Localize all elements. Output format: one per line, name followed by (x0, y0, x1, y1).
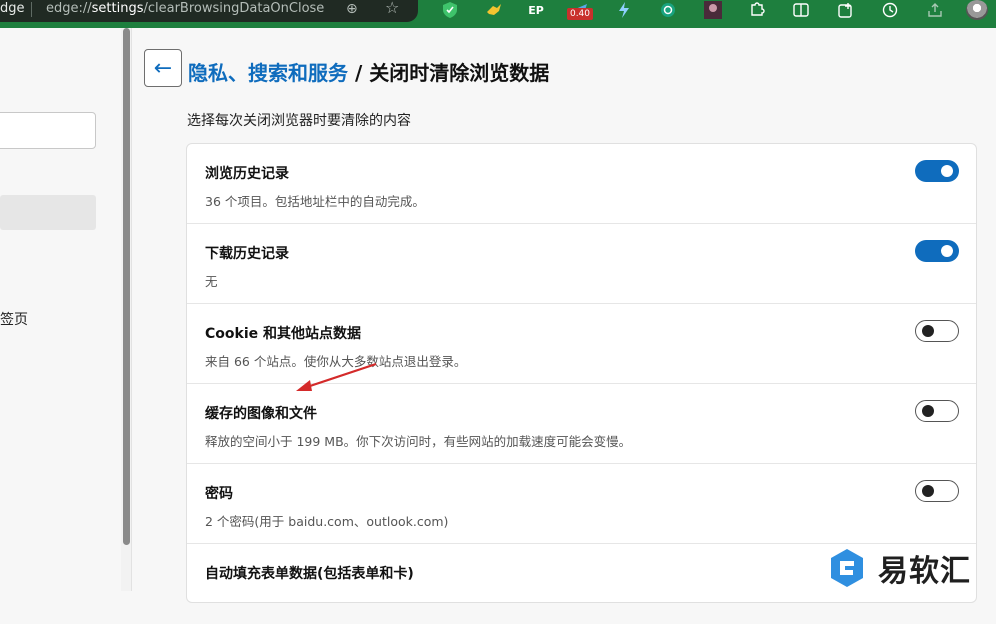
extension-badge: 0.40 (567, 8, 593, 20)
option-row-passwords: 密码 2 个密码(用于 baidu.com、outlook.com) (187, 464, 976, 544)
cookies-toggle[interactable] (915, 320, 959, 342)
option-title: 浏览历史记录 (205, 166, 289, 182)
tab-title-fragment: dge (0, 1, 25, 16)
option-title: Cookie 和其他站点数据 (205, 326, 361, 342)
scrollbar-thumb[interactable] (123, 28, 130, 545)
bird-extension-icon[interactable] (484, 0, 504, 20)
share-icon[interactable] (925, 0, 945, 20)
browser-toolbar: dge edge://settings/clearBrowsingDataOnC… (0, 0, 996, 28)
split-screen-icon[interactable] (791, 0, 811, 20)
toggle-knob (922, 325, 934, 337)
toggle-knob (941, 165, 953, 177)
search-settings-input[interactable] (0, 112, 96, 149)
arrow-left-icon: ← (153, 55, 173, 81)
address-text[interactable]: edge://settings/clearBrowsingDataOnClose (46, 0, 324, 18)
annotation-arrow-icon (296, 362, 377, 391)
passwords-toggle[interactable] (915, 480, 959, 502)
option-title: 密码 (205, 486, 233, 502)
option-description: 释放的空间小于 199 MB。你下次访问时，有些网站的加载速度可能会变慢。 (205, 434, 632, 449)
sidebar-scrollbar[interactable] (121, 28, 132, 591)
watermark-text: 易软汇 (878, 554, 971, 589)
address-bar[interactable]: dge edge://settings/clearBrowsingDataOnC… (0, 0, 418, 22)
avatar[interactable] (966, 0, 988, 20)
option-description: 36 个项目。包括地址栏中的自动完成。 (205, 194, 425, 209)
option-row-download-history: 下载历史记录 无 (187, 224, 976, 304)
cached-files-toggle[interactable] (915, 400, 959, 422)
ep-extension-icon[interactable]: EP (526, 0, 546, 20)
favorites-icon[interactable] (836, 0, 856, 20)
sidebar-item-label[interactable]: 签页 (0, 309, 28, 329)
page-title-text: 关闭时清除浏览数据 (369, 61, 550, 85)
browsing-history-toggle[interactable] (915, 160, 959, 182)
option-title: 缓存的图像和文件 (205, 406, 317, 422)
watermark-logo-icon (831, 549, 863, 587)
option-row-cached-files: 缓存的图像和文件 释放的空间小于 199 MB。你下次访问时，有些网站的加载速度… (187, 384, 976, 464)
address-divider (31, 2, 32, 17)
toggle-knob (922, 485, 934, 497)
profile-extension-icon[interactable] (703, 0, 723, 20)
page-subtitle: 选择每次关闭浏览器时要清除的内容 (187, 113, 411, 129)
lightning-extension-icon[interactable] (614, 0, 634, 20)
download-history-toggle[interactable] (915, 240, 959, 262)
toggle-knob (941, 245, 953, 257)
favorite-star-icon[interactable]: ☆ (385, 0, 399, 17)
option-description: 无 (205, 274, 218, 289)
history-icon[interactable] (880, 0, 900, 20)
breadcrumb-privacy-link[interactable]: 隐私、搜索和服务 (188, 61, 348, 85)
watermark: 易软汇 (830, 545, 996, 591)
option-row-browsing-history: 浏览历史记录 36 个项目。包括地址栏中的自动完成。 (187, 144, 976, 224)
option-title: 自动填充表单数据(包括表单和卡) (205, 566, 414, 582)
shield-extension-icon[interactable] (440, 0, 460, 20)
zoom-icon[interactable]: ⊕ (346, 0, 358, 18)
page-title: 隐私、搜索和服务 / 关闭时清除浏览数据 (188, 57, 549, 86)
breadcrumb-separator: / (348, 61, 370, 85)
settings-sidebar: 签页 (0, 28, 121, 591)
option-title: 下载历史记录 (205, 246, 289, 262)
back-button[interactable]: ← (144, 49, 182, 87)
sidebar-item-privacy[interactable] (0, 195, 96, 230)
toggle-knob (922, 405, 934, 417)
puzzle-extensions-icon[interactable] (747, 0, 767, 20)
chatgpt-extension-icon[interactable] (658, 0, 678, 20)
option-description: 2 个密码(用于 baidu.com、outlook.com) (205, 514, 449, 529)
